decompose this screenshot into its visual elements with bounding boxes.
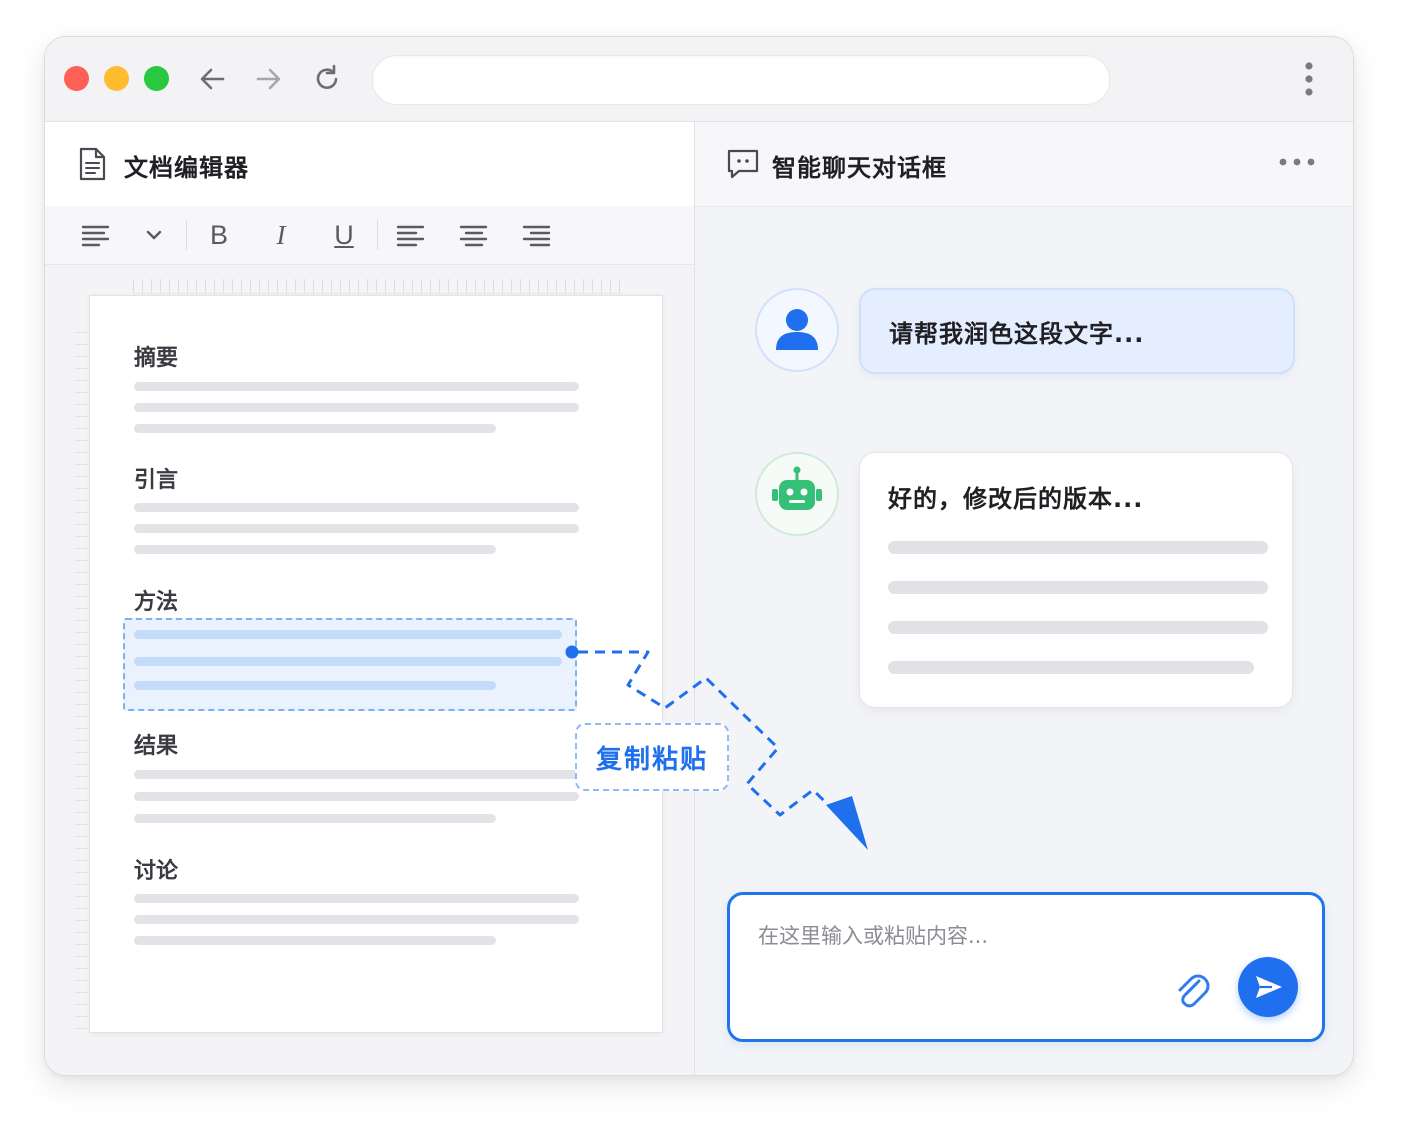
minimize-window-button[interactable] <box>104 66 129 91</box>
document-page[interactable]: 摘要 引言 方法 结果 讨论 <box>89 295 663 1033</box>
browser-window: 文档编辑器 B I U 摘要 引言 方法 结果 讨论 智能聊天对话框 请帮我润色… <box>44 36 1354 1076</box>
section-heading-abstract: 摘要 <box>134 346 179 371</box>
text-line <box>888 541 1268 554</box>
align-left-button[interactable] <box>394 218 428 252</box>
attach-button[interactable] <box>1172 967 1212 1011</box>
text-line <box>888 661 1254 674</box>
bot-message-text: 好的，修改后的版本... <box>888 485 1144 513</box>
horizontal-dots-icon <box>1279 158 1315 166</box>
align-left-icon <box>396 225 425 247</box>
section-heading-introduction: 引言 <box>134 468 179 493</box>
user-icon <box>776 309 818 350</box>
selected-text-line <box>134 630 562 639</box>
text-line <box>134 503 579 512</box>
editor-panel: 文档编辑器 B I U 摘要 引言 方法 结果 讨论 <box>45 122 695 1075</box>
text-line <box>134 936 496 945</box>
message-input[interactable] <box>756 915 1180 957</box>
address-bar[interactable] <box>372 55 1110 105</box>
chat-panel: 智能聊天对话框 请帮我润色这段文字... 好的，修改后的版本... 在这里输入或… <box>695 122 1353 1075</box>
close-window-button[interactable] <box>64 66 89 91</box>
selected-text-line <box>134 681 496 690</box>
text-lines-icon <box>81 225 110 247</box>
horizontal-ruler <box>133 279 623 294</box>
section-heading-results: 结果 <box>134 734 179 759</box>
vertical-ruler <box>75 332 87 1032</box>
title-bar <box>45 37 1353 122</box>
text-line <box>134 524 579 533</box>
bot-message-bubble: 好的，修改后的版本... <box>859 452 1293 708</box>
send-button[interactable] <box>1238 957 1298 1017</box>
align-center-icon <box>459 225 488 247</box>
vertical-dots-icon <box>1305 62 1313 96</box>
user-avatar <box>755 288 839 372</box>
text-line <box>134 894 579 903</box>
selected-text-line <box>134 657 562 666</box>
user-message-text: 请帮我润色这段文字... <box>889 320 1145 348</box>
chevron-down-icon <box>146 230 162 240</box>
maximize-window-button[interactable] <box>144 66 169 91</box>
underline-button[interactable]: U <box>327 218 361 252</box>
text-line <box>134 545 496 554</box>
section-heading-method: 方法 <box>134 590 179 615</box>
editor-header: 文档编辑器 <box>45 122 694 207</box>
more-menu-button[interactable] <box>1297 59 1321 99</box>
style-dropdown-button[interactable] <box>137 218 171 252</box>
chat-header: 智能聊天对话框 <box>695 122 1353 207</box>
bot-avatar <box>755 452 839 536</box>
section-heading-discussion: 讨论 <box>134 859 179 884</box>
text-line <box>134 814 496 823</box>
toolbar-divider <box>377 220 378 250</box>
reload-button[interactable] <box>309 61 345 97</box>
format-toolbar: B I U <box>45 206 694 265</box>
reload-icon <box>316 64 338 89</box>
message-composer <box>727 892 1325 1042</box>
paperclip-icon <box>1178 974 1210 1008</box>
arrow-right-icon <box>256 68 281 90</box>
toolbar-divider <box>186 220 187 250</box>
editor-title: 文档编辑器 <box>124 154 249 182</box>
user-message-bubble: 请帮我润色这段文字... <box>859 288 1295 374</box>
italic-button[interactable]: I <box>264 218 298 252</box>
paragraph-style-button[interactable] <box>79 218 113 252</box>
text-line <box>888 581 1268 594</box>
robot-icon <box>772 466 822 510</box>
bold-button[interactable]: B <box>202 218 236 252</box>
text-line <box>134 403 579 412</box>
chat-more-button[interactable] <box>1277 152 1317 172</box>
back-button[interactable] <box>195 61 231 97</box>
send-icon <box>1256 976 1282 998</box>
text-line <box>134 915 579 924</box>
chat-bubble-icon <box>727 149 759 179</box>
text-line <box>134 424 496 433</box>
text-line <box>888 621 1268 634</box>
forward-button[interactable] <box>250 61 286 97</box>
text-line <box>134 382 579 391</box>
text-line <box>134 770 579 779</box>
document-icon <box>79 147 106 181</box>
align-right-icon <box>522 225 551 247</box>
text-selection[interactable] <box>123 618 577 711</box>
chat-title: 智能聊天对话框 <box>772 154 947 182</box>
arrow-left-icon <box>200 68 225 90</box>
align-right-button[interactable] <box>520 218 554 252</box>
text-line <box>134 792 579 801</box>
align-center-button[interactable] <box>457 218 491 252</box>
